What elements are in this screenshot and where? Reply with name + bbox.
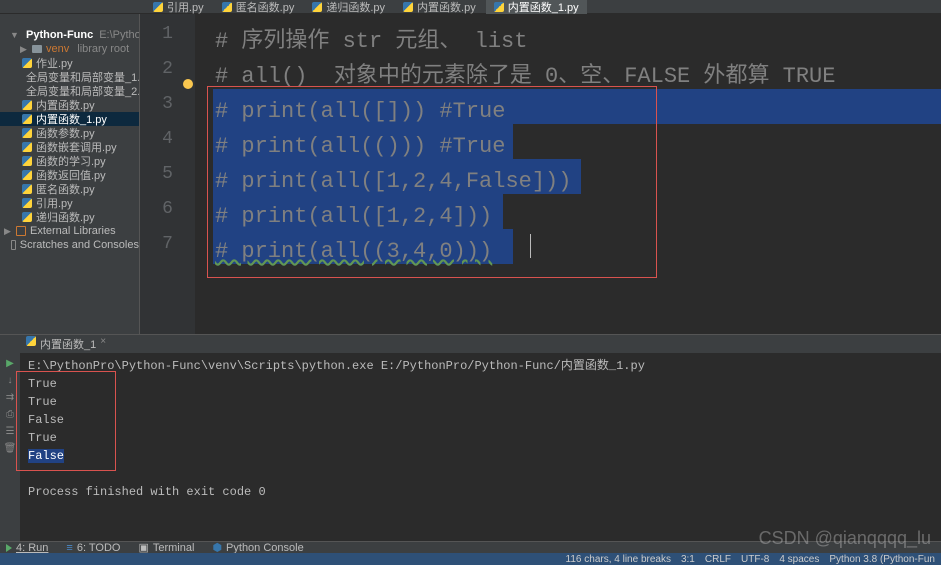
- status-position[interactable]: 3:1: [681, 554, 695, 565]
- tree-file[interactable]: 引用.py: [0, 196, 139, 210]
- code-line: # all() 对象中的元素除了是 0、空、FALSE 外都算 TRUE: [195, 59, 941, 94]
- status-bar: 116 chars, 4 line breaks 3:1 CRLF UTF-8 …: [0, 553, 941, 565]
- tree-file[interactable]: 函数的学习.py: [0, 154, 139, 168]
- folder-icon: [32, 45, 42, 53]
- output-line: True: [28, 393, 933, 411]
- tree-folder-venv[interactable]: ▶ venv library root: [0, 42, 139, 56]
- code-line: # print(all((3,4,0))): [195, 234, 941, 269]
- code-line: # 序列操作 str 元组、 list: [195, 24, 941, 59]
- console-output[interactable]: E:\PythonPro\Python-Func\venv\Scripts\py…: [20, 353, 941, 541]
- trash-icon[interactable]: 🗑: [4, 442, 16, 454]
- python-file-icon: [26, 336, 36, 346]
- run-tab[interactable]: 内置函数_1 ×: [20, 336, 112, 352]
- run-button[interactable]: 4: Run: [6, 542, 48, 554]
- tree-file[interactable]: 函数返回值.py: [0, 168, 139, 182]
- status-chars: 116 chars, 4 line breaks: [566, 554, 671, 565]
- scratches-consoles[interactable]: Scratches and Consoles: [0, 238, 139, 252]
- line-number: 2: [140, 59, 195, 94]
- exit-message: Process finished with exit code 0: [28, 483, 933, 501]
- code-line: # print(all([1,2,4])): [195, 199, 941, 234]
- python-file-icon: [22, 142, 32, 152]
- output-line: True: [28, 429, 933, 447]
- output-line: False: [28, 447, 933, 465]
- python-file-icon: [22, 212, 32, 222]
- line-number: 7: [140, 234, 195, 269]
- python-file-icon: [312, 2, 322, 12]
- tree-file[interactable]: 内置函数.py: [0, 98, 139, 112]
- python-file-icon: [22, 156, 32, 166]
- line-number: 6: [140, 199, 195, 234]
- editor-tab-active[interactable]: 内置函数_1.py: [486, 0, 587, 14]
- project-root[interactable]: ▼ Python-Func E:\PythonPro\Pyt: [0, 28, 139, 42]
- todo-button[interactable]: ≡6: TODO: [66, 542, 120, 554]
- line-number: 5: [140, 164, 195, 199]
- status-eol[interactable]: CRLF: [705, 554, 731, 565]
- stop-icon[interactable]: ↓: [4, 374, 16, 386]
- line-number: 1: [140, 24, 195, 59]
- run-tool-window: 内置函数_1 × ▶ ↓ ⇉ ⎙ ☰ 🗑 E:\PythonPro\Python…: [0, 334, 941, 541]
- python-file-icon: [22, 114, 32, 124]
- tree-file[interactable]: 函数参数.py: [0, 126, 139, 140]
- external-libraries[interactable]: ▶External Libraries: [0, 224, 139, 238]
- print-icon[interactable]: ⎙: [4, 408, 16, 420]
- output-command: E:\PythonPro\Python-Func\venv\Scripts\py…: [28, 357, 933, 375]
- project-tree[interactable]: ▼ Python-Func E:\PythonPro\Pyt ▶ venv li…: [0, 14, 140, 334]
- tree-file[interactable]: 函数嵌套调用.py: [0, 140, 139, 154]
- editor-tab-bar: 引用.py 匿名函数.py 递归函数.py 内置函数.py 内置函数_1.py: [0, 0, 941, 14]
- python-file-icon: [22, 198, 32, 208]
- line-number: 3: [140, 94, 195, 129]
- code-editor[interactable]: 1 2 3 4 5 6 7 # 序列操作 str 元组、 list # all(…: [140, 14, 941, 334]
- output-line: False: [28, 411, 933, 429]
- tree-file[interactable]: 全局变量和局部变量_1.py: [0, 70, 139, 84]
- editor-tab[interactable]: 内置函数.py: [395, 0, 484, 14]
- line-gutter: 1 2 3 4 5 6 7: [140, 14, 195, 334]
- close-icon[interactable]: ×: [100, 336, 106, 352]
- python-file-icon: [494, 2, 504, 12]
- run-icon: [6, 544, 12, 552]
- python-file-icon: [22, 128, 32, 138]
- editor-tab[interactable]: 递归函数.py: [304, 0, 393, 14]
- tree-file[interactable]: 作业.py: [0, 56, 139, 70]
- intention-bulb-icon[interactable]: [183, 79, 193, 89]
- layout-icon[interactable]: ⇉: [4, 391, 16, 403]
- code-line: # print(all([1,2,4,False])): [195, 164, 941, 199]
- status-interpreter[interactable]: Python 3.8 (Python-Fun: [829, 554, 935, 565]
- tree-file[interactable]: 递归函数.py: [0, 210, 139, 224]
- python-file-icon: [153, 2, 163, 12]
- run-tab-bar: 内置函数_1 ×: [0, 335, 941, 353]
- run-toolbar: ▶ ↓ ⇉ ⎙ ☰ 🗑: [0, 353, 20, 541]
- pin-icon[interactable]: ☰: [4, 425, 16, 437]
- code-content[interactable]: # 序列操作 str 元组、 list # all() 对象中的元素除了是 0、…: [195, 14, 941, 334]
- python-file-icon: [22, 58, 32, 68]
- tree-file[interactable]: 全局变量和局部变量_2.py: [0, 84, 139, 98]
- python-file-icon: [22, 184, 32, 194]
- todo-icon: ≡: [66, 542, 72, 554]
- python-file-icon: [22, 170, 32, 180]
- line-number: 4: [140, 129, 195, 164]
- python-file-icon: [22, 100, 32, 110]
- status-encoding[interactable]: UTF-8: [741, 554, 769, 565]
- tree-file[interactable]: 匿名函数.py: [0, 182, 139, 196]
- python-file-icon: [403, 2, 413, 12]
- library-icon: [16, 226, 26, 236]
- rerun-icon[interactable]: ▶: [4, 357, 16, 369]
- output-line: True: [28, 375, 933, 393]
- status-indent[interactable]: 4 spaces: [779, 554, 819, 565]
- python-file-icon: [222, 2, 232, 12]
- tree-file-active[interactable]: 内置函数_1.py: [0, 112, 139, 126]
- bottom-tool-bar: 4: Run ≡6: TODO ▣Terminal ⬢Python Consol…: [0, 541, 941, 553]
- scratch-icon: [11, 240, 16, 250]
- text-cursor: [530, 234, 531, 258]
- editor-tab[interactable]: 匿名函数.py: [214, 0, 303, 14]
- editor-tab[interactable]: 引用.py: [145, 0, 212, 14]
